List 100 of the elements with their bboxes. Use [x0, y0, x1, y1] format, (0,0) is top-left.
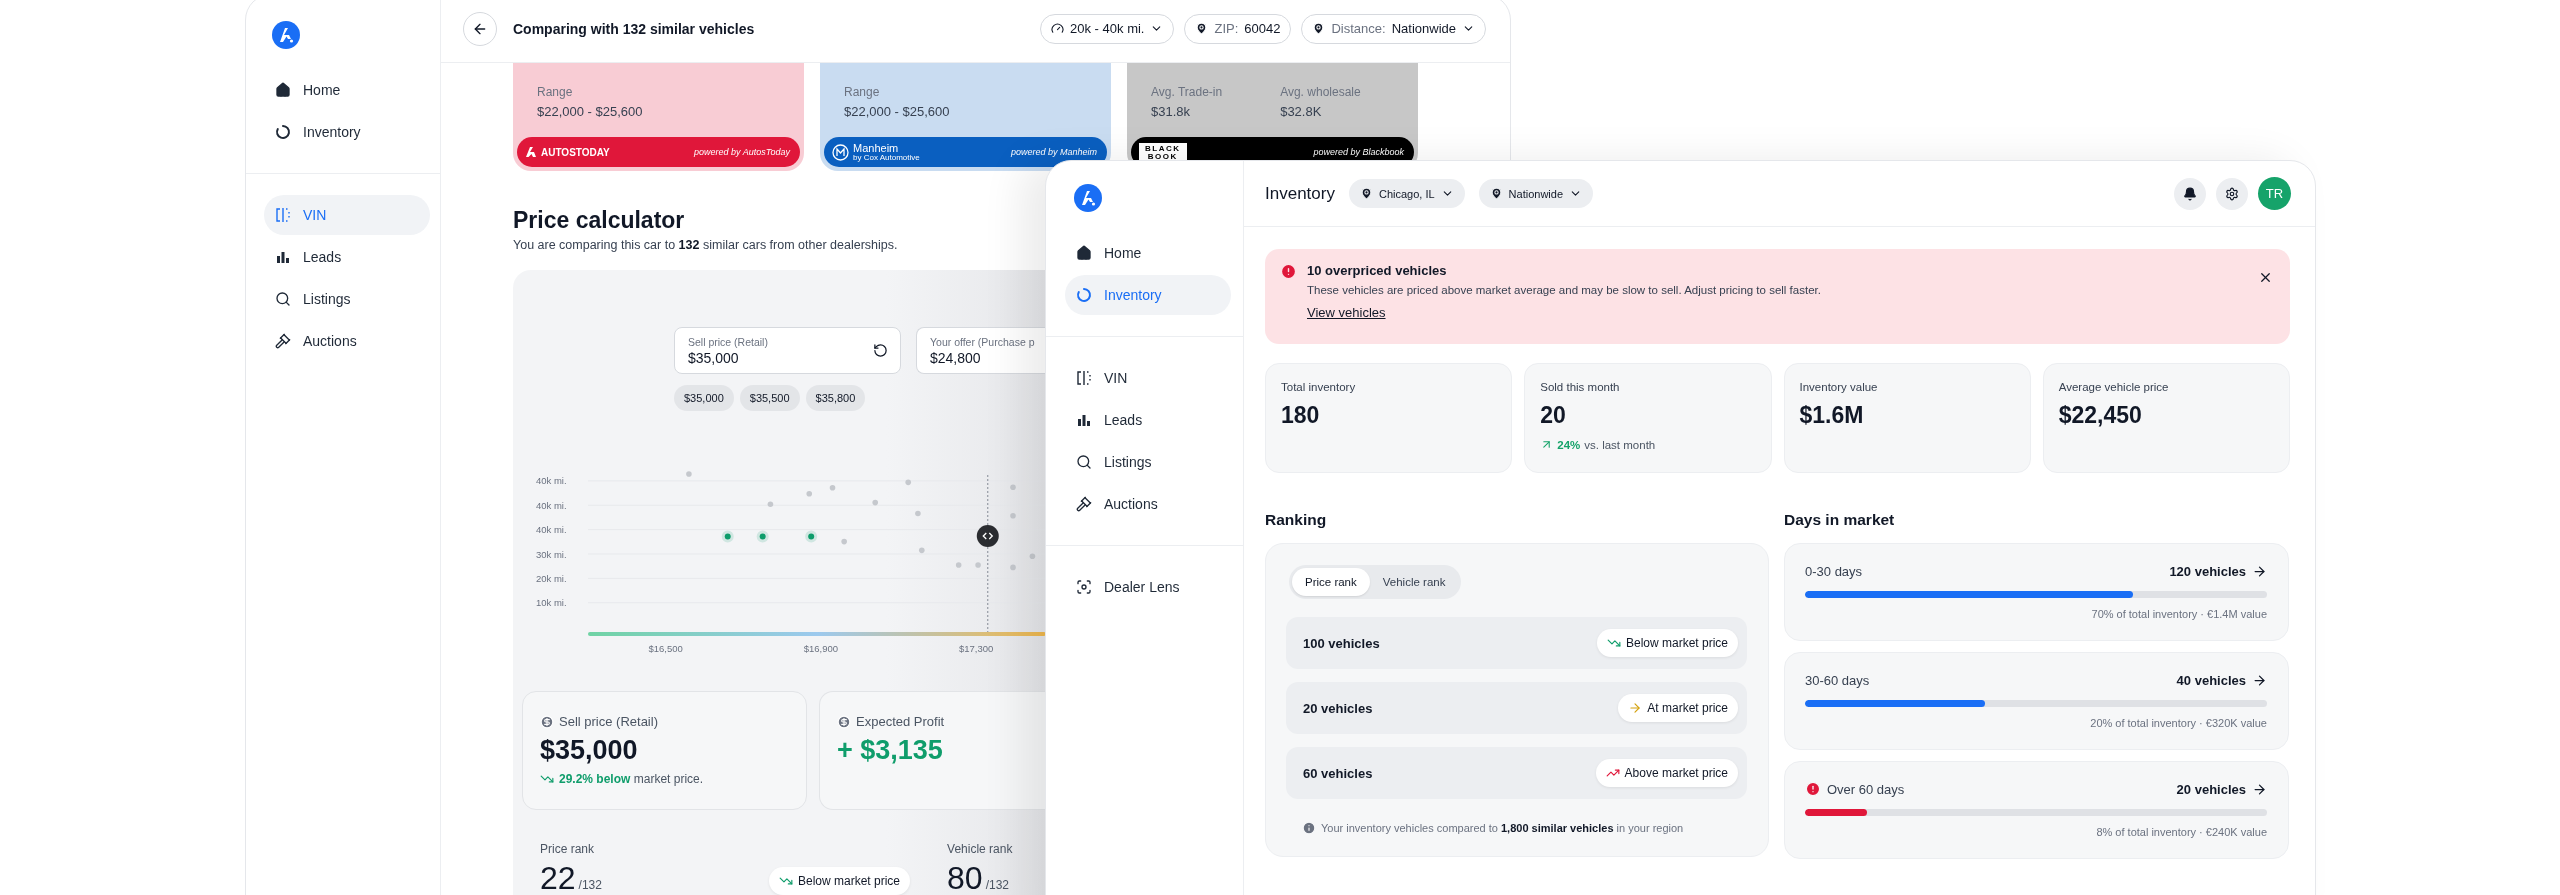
range-label: Range — [537, 85, 574, 99]
nav-item[interactable]: Listings — [1065, 442, 1231, 482]
price-suggestion-chip[interactable]: $35,000 — [674, 385, 734, 411]
pin-icon — [1489, 187, 1503, 200]
home-icon — [275, 82, 291, 98]
slider-handle[interactable] — [976, 524, 999, 547]
search-icon — [1076, 454, 1092, 470]
section-subtitle: You are comparing this car to 132 similar cars from other dealerships. — [513, 238, 899, 252]
vehicles-link[interactable]: 40 vehicles — [2176, 672, 2267, 688]
nav-item[interactable]: Listings — [264, 279, 430, 319]
alert-message: These vehicles are priced above market average and may be slow to sell. Adjust pricing to sell faster. — [1307, 284, 1822, 296]
data-point — [915, 510, 921, 517]
brand-logo: Manheim by Cox Automotive — [832, 142, 920, 162]
days-detail: 70% of total inventory · €1.4M value — [2090, 608, 2267, 620]
rank-value: 22/132 — [540, 860, 603, 895]
nav-item[interactable]: Auctions — [1065, 484, 1231, 524]
trend-badge: Below market price — [769, 867, 911, 895]
ring-icon — [275, 124, 291, 140]
section-title: Days in market — [1784, 511, 1896, 529]
axis-label: 20k mi. — [536, 572, 567, 584]
nav-item[interactable]: Inventory — [264, 112, 430, 152]
arrow-right-icon — [1628, 701, 1643, 715]
axis-label: 40k mi. — [536, 499, 567, 511]
price-suggestion-chip[interactable]: $35,500 — [739, 385, 800, 411]
stat-label: Avg. Trade-in — [1151, 85, 1223, 99]
stat-label: Inventory value — [1799, 381, 1879, 393]
data-point — [721, 530, 734, 543]
data-point — [756, 530, 769, 543]
data-point — [1010, 512, 1016, 519]
days-detail: 20% of total inventory · €320K value — [2089, 717, 2267, 729]
nav-item[interactable]: Home — [1065, 233, 1231, 273]
settings-button[interactable] — [2216, 177, 2248, 210]
view-vehicles-link[interactable]: View vehicles — [1307, 305, 1386, 320]
nav-item[interactable]: Inventory — [1065, 275, 1231, 315]
tab[interactable]: Vehicle rank — [1369, 568, 1459, 596]
nav-item[interactable]: Home — [264, 70, 430, 110]
stat-value: $31.8k — [1151, 104, 1192, 119]
price-suggestion-chip[interactable]: $35,800 — [805, 385, 866, 411]
app-logo — [1074, 184, 1102, 212]
filter-chip[interactable]: Distance: Nationwide — [1301, 13, 1486, 44]
range-label: Range — [844, 85, 881, 99]
notifications-button[interactable] — [2174, 177, 2206, 210]
trend-badge: Above market price — [1595, 759, 1738, 787]
stat-label: Avg. wholesale — [1280, 85, 1361, 99]
axis-label: $16,900 — [803, 643, 839, 654]
pin-icon — [1312, 22, 1326, 35]
range-value: $22,000 - $25,600 — [537, 104, 643, 119]
reset-icon[interactable] — [873, 343, 888, 358]
vehicles-link[interactable]: 120 vehicles — [2169, 563, 2267, 579]
trend-badge: Below market price — [1596, 629, 1738, 657]
nav-item[interactable]: VIN — [1065, 358, 1231, 398]
stat-value: 20 — [1540, 402, 1567, 429]
location-chip[interactable]: Nationwide — [1478, 179, 1593, 208]
price-field[interactable]: Your offer (Purchase p $24,800 — [916, 327, 1046, 374]
back-button[interactable] — [463, 11, 497, 46]
metric-value: $35,000 — [540, 735, 639, 766]
days-label: Over 60 days — [1827, 781, 1905, 797]
data-point — [806, 491, 813, 497]
nav-item[interactable]: Leads — [1065, 400, 1231, 440]
filter-chip[interactable]: ZIP: 60042 — [1184, 13, 1292, 44]
data-point — [905, 479, 911, 486]
axis-label: 10k mi. — [536, 597, 567, 609]
data-point — [1029, 553, 1036, 559]
rank-value: 80/132 — [947, 860, 1010, 895]
info-note: Your inventory vehicles compared to 1,800 similar vehicles in your region — [1321, 822, 1684, 834]
stat-value: $22,450 — [2058, 402, 2143, 429]
data-point — [686, 471, 692, 477]
bell-icon — [2183, 186, 2197, 201]
vehicle-count: 20 vehicles — [1303, 700, 1373, 716]
dollar-icon — [540, 714, 554, 729]
days-label: 30-60 days — [1805, 672, 1870, 688]
vehicle-count: 100 vehicles — [1303, 635, 1380, 651]
bar-chart-icon — [275, 249, 291, 265]
days-detail: 8% of total inventory · €240K value — [2095, 826, 2267, 838]
metric-label: Expected Profit — [837, 714, 1046, 729]
alert-title: 10 overpriced vehicles — [1307, 263, 1448, 278]
nav-item[interactable]: Leads — [264, 237, 430, 277]
focus-icon — [1076, 579, 1092, 595]
filter-chip[interactable]: 20k - 40k mi. — [1040, 13, 1175, 44]
data-point — [955, 562, 962, 568]
bar-chart-icon — [1076, 412, 1092, 428]
nav-item[interactable]: VIN — [264, 195, 430, 235]
powered-by-text: powered by Blackbook — [1313, 147, 1404, 157]
data-point — [829, 484, 836, 491]
vehicles-link[interactable]: 20 vehicles — [2176, 781, 2267, 797]
axis-label: $16,500 — [648, 643, 683, 654]
location-chip[interactable]: Chicago, IL — [1348, 179, 1465, 208]
info-icon — [1302, 821, 1316, 835]
vin-icon — [1076, 370, 1092, 386]
rank-label: Vehicle rank — [947, 842, 1014, 856]
stat-label: Sold this month — [1540, 381, 1621, 393]
vehicle-count: 60 vehicles — [1303, 765, 1373, 781]
price-field[interactable]: Sell price (Retail) $35,000 — [674, 327, 901, 374]
tab[interactable]: Price rank — [1292, 568, 1370, 596]
data-point — [1010, 484, 1016, 491]
nav-item[interactable]: Auctions — [264, 321, 430, 361]
stat-label: Total inventory — [1281, 381, 1357, 393]
nav-item[interactable]: Dealer Lens — [1065, 567, 1231, 607]
metric-value: + $3,135 — [837, 735, 944, 766]
data-point — [872, 499, 878, 506]
